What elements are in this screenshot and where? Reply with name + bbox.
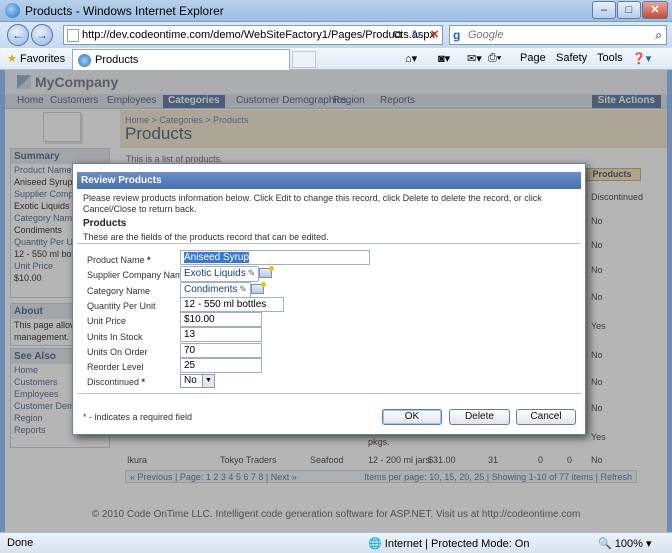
google-icon: g (453, 28, 461, 42)
quantity-field[interactable]: 12 - 550 ml bottles (180, 297, 284, 312)
dialog-title: Review Products (77, 172, 581, 189)
edit-pencil-icon: ✎ (239, 284, 247, 294)
ie-logo-icon (5, 3, 20, 18)
compat-view-icon[interactable]: ⧉ (390, 28, 405, 43)
refresh-icon[interactable]: ↻ (409, 28, 424, 43)
close-window-button[interactable]: ✕ (642, 1, 668, 19)
star-icon: ★ (7, 53, 17, 65)
status-text: Done (7, 537, 34, 549)
zoom-icon: 🔍 (598, 538, 612, 550)
forward-button[interactable]: → (31, 24, 53, 46)
review-products-dialog: Review Products Please review products i… (72, 163, 586, 435)
zoom-level[interactable]: 🔍 100% ▾ (598, 537, 651, 550)
category-label: Category Name (87, 286, 151, 296)
new-supplier-icon[interactable] (259, 266, 274, 278)
help-icon[interactable]: ❓▾ (632, 52, 651, 65)
cancel-button[interactable]: Cancel (516, 409, 576, 425)
url-field[interactable]: http://dev.codeontime.com/demo/WebSiteFa… (63, 25, 443, 45)
minimize-button[interactable]: – (592, 1, 616, 19)
units-on-order-field[interactable]: 70 (180, 343, 262, 358)
discontinued-label: Discontinued * (87, 377, 146, 387)
unit-price-label: Unit Price (87, 316, 127, 326)
reorder-level-label: Reorder Level (87, 362, 144, 372)
favorites-bar: ★ Favorites Products ⌂▾ ◙▾ ✉▾ ⎙▾ Page Sa… (0, 48, 672, 70)
search-placeholder: Google (468, 29, 504, 41)
discontinued-select[interactable]: No ▼ (180, 374, 215, 388)
supplier-label: Supplier Company Name (87, 270, 188, 280)
back-button[interactable]: ← (7, 24, 29, 46)
units-on-order-label: Units On Order (87, 347, 148, 357)
unit-price-field[interactable]: $10.00 (180, 312, 262, 327)
stop-icon[interactable]: ✕ (427, 28, 442, 43)
home-icon[interactable]: ⌂▾ (405, 52, 417, 65)
new-tab-button[interactable] (292, 51, 316, 68)
safety-menu[interactable]: Safety (556, 52, 587, 64)
mail-icon[interactable]: ✉▾ (467, 52, 482, 65)
new-category-icon[interactable] (251, 282, 266, 294)
units-in-stock-field[interactable]: 13 (180, 327, 262, 342)
dialog-description: Please review products information below… (83, 193, 542, 214)
required-note: * - indicates a required field (83, 412, 193, 422)
address-bar: ← → http://dev.codeontime.com/demo/WebSi… (0, 22, 672, 48)
tools-menu[interactable]: Tools (597, 52, 623, 64)
security-zone[interactable]: 🌐 Internet | Protected Mode: On (368, 537, 529, 550)
tab-label: Products (95, 54, 139, 66)
quantity-label: Quantity Per Unit (87, 301, 156, 311)
category-lookup[interactable]: Condiments ✎ (180, 282, 251, 298)
supplier-lookup[interactable]: Exotic Liquids ✎ (180, 266, 260, 282)
delete-button[interactable]: Delete (449, 409, 510, 425)
edit-pencil-icon: ✎ (247, 268, 256, 278)
divider (77, 243, 581, 244)
section-description: These are the fields of the products rec… (83, 232, 329, 242)
feeds-icon[interactable]: ◙▾ (438, 52, 450, 65)
page-icon (67, 29, 79, 42)
title-bar: Products - Windows Internet Explorer – □… (0, 0, 672, 22)
section-head: Products (83, 218, 127, 229)
search-field[interactable]: g Google ⌕ (449, 25, 667, 45)
favorites-button[interactable]: ★ Favorites (7, 52, 65, 65)
maximize-button[interactable]: □ (617, 1, 641, 19)
chevron-down-icon: ▼ (202, 375, 214, 387)
tab-products[interactable]: Products (72, 49, 290, 70)
globe-icon: 🌐 (368, 538, 382, 550)
units-in-stock-label: Units In Stock (87, 332, 143, 342)
search-icon[interactable]: ⌕ (655, 28, 662, 43)
window-title: Products - Windows Internet Explorer (25, 4, 224, 18)
divider (77, 393, 581, 394)
url-text: http://dev.codeontime.com/demo/WebSiteFa… (82, 29, 435, 41)
product-name-label: Product Name * (87, 255, 151, 265)
print-icon[interactable]: ⎙▾ (488, 52, 501, 65)
page-menu[interactable]: Page (520, 52, 546, 64)
tab-ie-icon (78, 54, 91, 67)
status-bar: Done 🌐 Internet | Protected Mode: On 🔍 1… (0, 532, 672, 553)
reorder-level-field[interactable]: 25 (180, 358, 262, 373)
product-name-field[interactable]: Aniseed Syrup (180, 250, 370, 265)
ok-button[interactable]: OK (382, 409, 442, 425)
